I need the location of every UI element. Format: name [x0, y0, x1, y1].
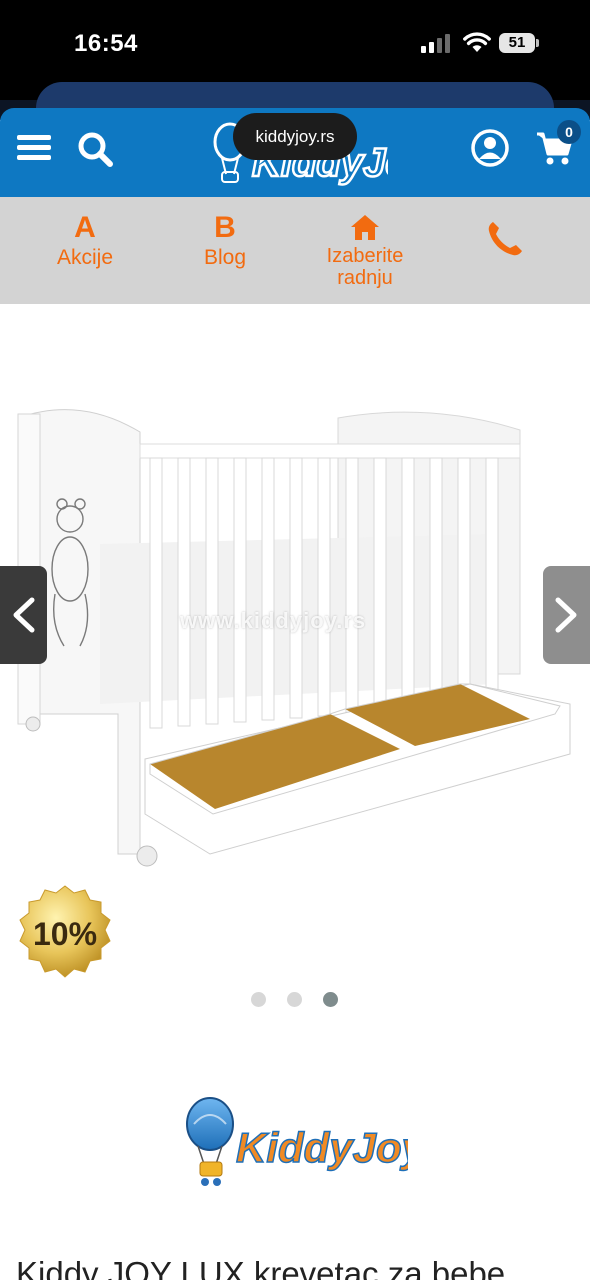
quick-nav-label-line2: radnju: [337, 267, 393, 289]
gallery-dot-1[interactable]: [251, 992, 266, 1007]
akcije-letter-icon: A: [74, 211, 96, 244]
discount-badge-text: 10%: [32, 916, 98, 952]
product-title: Kiddy JOY LUX krevetac za bebe: [16, 1255, 506, 1280]
browser-url-pill[interactable]: kiddyjoy.rs: [233, 113, 357, 160]
cart-count-badge: 0: [557, 120, 581, 144]
brand-logo-text: KiddyJoy: [236, 1124, 408, 1171]
quick-nav: A Akcije B Blog Izaberite radnju: [0, 197, 590, 304]
quick-nav-label: Blog: [203, 246, 247, 269]
quick-nav-akcije[interactable]: A Akcije: [40, 197, 130, 304]
discount-badge: 10%: [16, 884, 114, 982]
menu-icon[interactable]: [17, 135, 51, 161]
gallery-dot-3[interactable]: [323, 992, 338, 1007]
search-icon[interactable]: [76, 130, 114, 168]
gallery-prev-button[interactable]: [0, 566, 47, 664]
chevron-left-icon: [13, 597, 35, 633]
battery-icon: 51: [499, 33, 539, 53]
chevron-right-icon: [555, 597, 577, 633]
quick-nav-label: Akcije: [56, 246, 114, 269]
image-watermark: www.kiddyjoy.rs: [180, 608, 367, 633]
blog-letter-icon: B: [214, 211, 236, 244]
wifi-icon: [463, 32, 491, 52]
brand-logo: KiddyJoy: [186, 1097, 408, 1186]
battery-level: 51: [508, 34, 526, 51]
home-icon: [351, 215, 379, 240]
crib-image: [0, 384, 590, 904]
gallery-next-button[interactable]: [543, 566, 590, 664]
quick-nav-label-line1: Izaberite: [326, 245, 404, 267]
quick-nav-izaberite-radnju[interactable]: Izaberite radnju: [310, 197, 420, 304]
gallery-pagination: [250, 992, 340, 1008]
product-image[interactable]: [0, 384, 590, 904]
gallery-dot-2[interactable]: [287, 992, 302, 1007]
quick-nav-blog[interactable]: B Blog: [180, 197, 270, 304]
phone-icon: [488, 222, 522, 256]
status-time: 16:54: [74, 30, 138, 57]
cellular-signal-icon: [421, 33, 453, 53]
user-account-icon[interactable]: [470, 128, 510, 168]
quick-nav-phone[interactable]: [470, 197, 540, 304]
